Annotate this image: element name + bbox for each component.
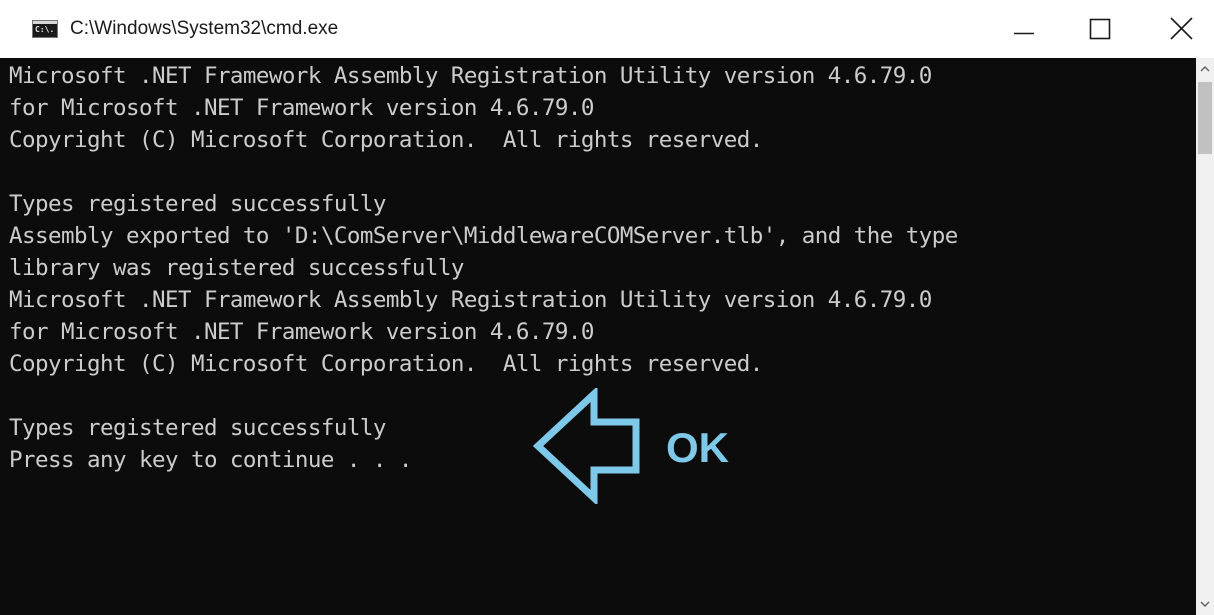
minimize-icon [1014, 32, 1034, 35]
cmd-window: C:\. C:\Windows\System32\cmd.exe Microso… [0, 0, 1214, 615]
maximize-icon [1089, 18, 1111, 40]
console-line: Microsoft .NET Framework Assembly Regist… [9, 63, 932, 89]
scroll-down-icon [1200, 601, 1210, 607]
console-line: Microsoft .NET Framework Assembly Regist… [9, 287, 932, 313]
title-bar[interactable]: C:\. C:\Windows\System32\cmd.exe [0, 0, 1214, 58]
maximize-button[interactable] [1064, 0, 1134, 58]
console-output[interactable]: Microsoft .NET Framework Assembly Regist… [0, 58, 1196, 615]
console-text: Microsoft .NET Framework Assembly Regist… [9, 60, 958, 476]
console-line: Types registered successfully [9, 191, 386, 217]
scroll-down-button[interactable] [1196, 593, 1214, 615]
console-line: library was registered successfully [9, 255, 464, 281]
scroll-thumb[interactable] [1198, 82, 1212, 154]
console-line: Types registered successfully [9, 415, 386, 441]
scroll-up-icon [1200, 66, 1210, 72]
close-icon [1170, 17, 1193, 40]
console-line: Copyright (C) Microsoft Corporation. All… [9, 351, 763, 377]
console-line: Press any key to continue . . . [9, 447, 412, 473]
console-line: for Microsoft .NET Framework version 4.6… [9, 95, 594, 121]
console-line: for Microsoft .NET Framework version 4.6… [9, 319, 594, 345]
scroll-up-button[interactable] [1196, 58, 1214, 80]
minimize-button[interactable] [990, 0, 1060, 58]
annotation-ok-label: OK [666, 424, 729, 471]
console-line: Copyright (C) Microsoft Corporation. All… [9, 127, 763, 153]
cmd-icon-label: C:\. [35, 25, 55, 34]
left-arrow-icon [532, 388, 640, 504]
window-title: C:\Windows\System32\cmd.exe [70, 18, 339, 39]
cmd-icon[interactable]: C:\. [32, 20, 58, 38]
vertical-scrollbar[interactable] [1196, 58, 1214, 615]
console-line: Assembly exported to 'D:\ComServer\Middl… [9, 223, 958, 249]
close-button[interactable] [1144, 0, 1214, 58]
